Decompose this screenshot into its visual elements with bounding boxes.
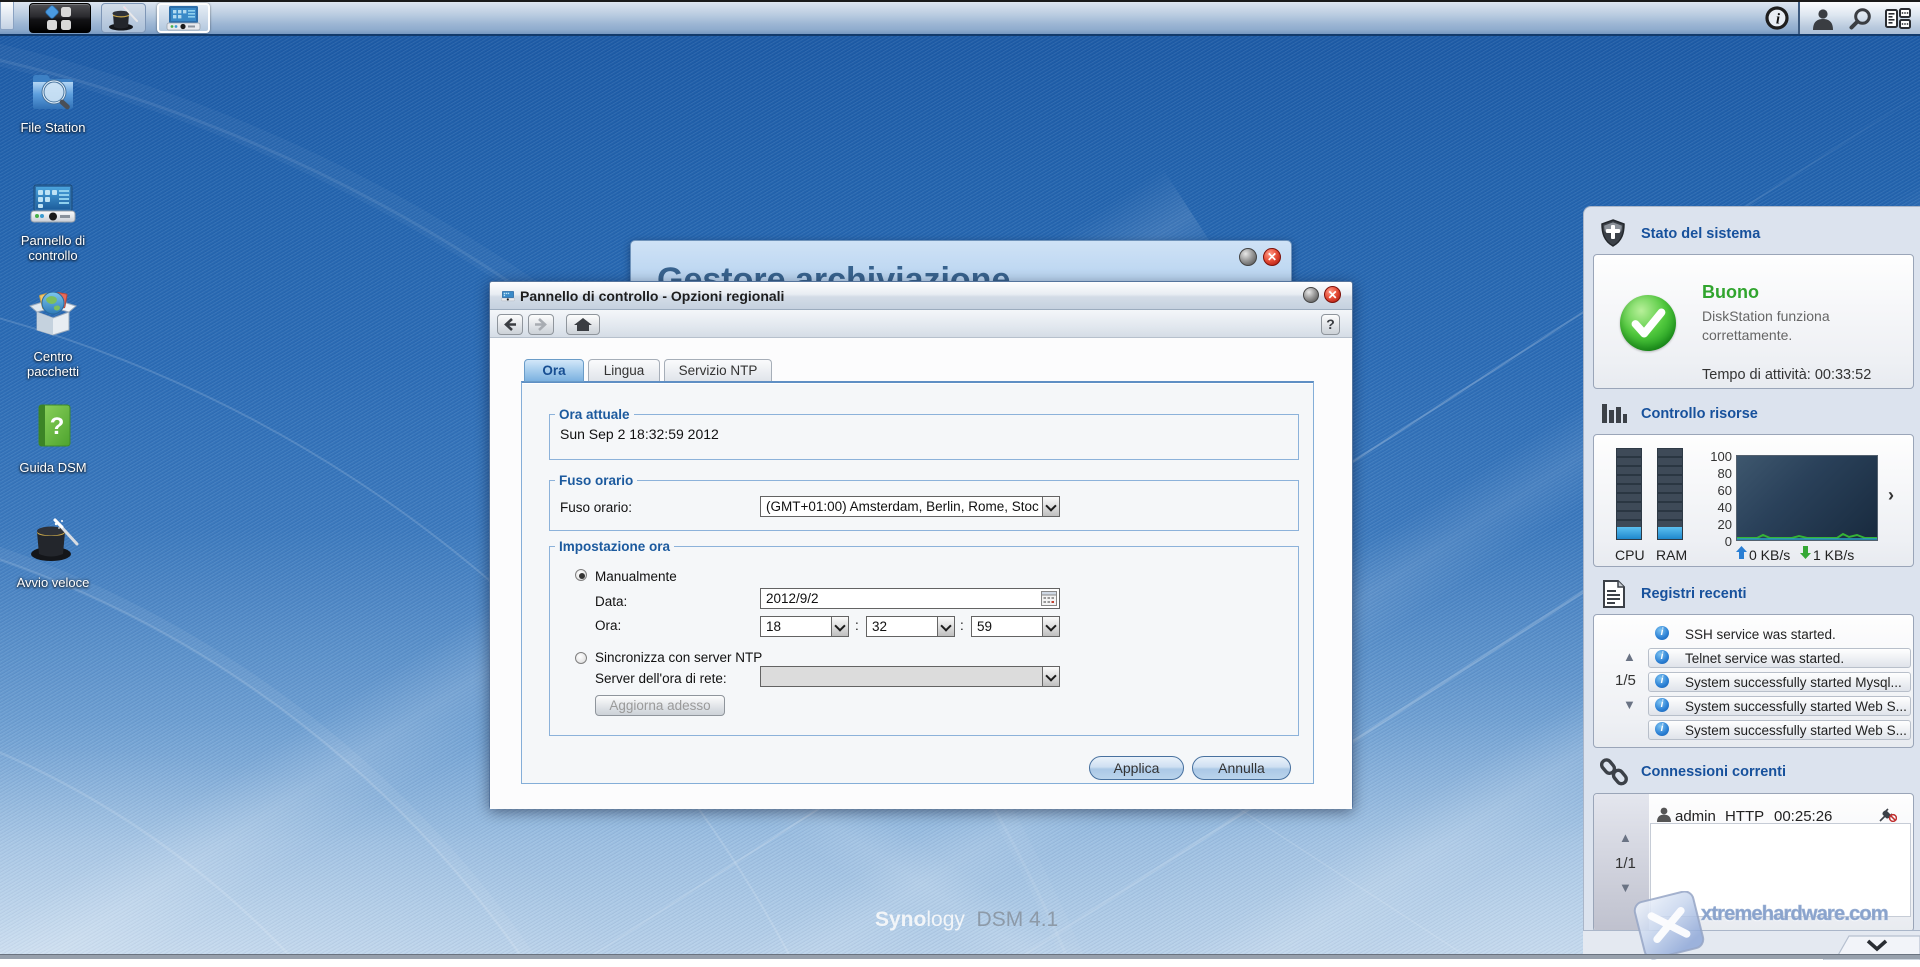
svg-text:?: ?	[50, 413, 65, 440]
